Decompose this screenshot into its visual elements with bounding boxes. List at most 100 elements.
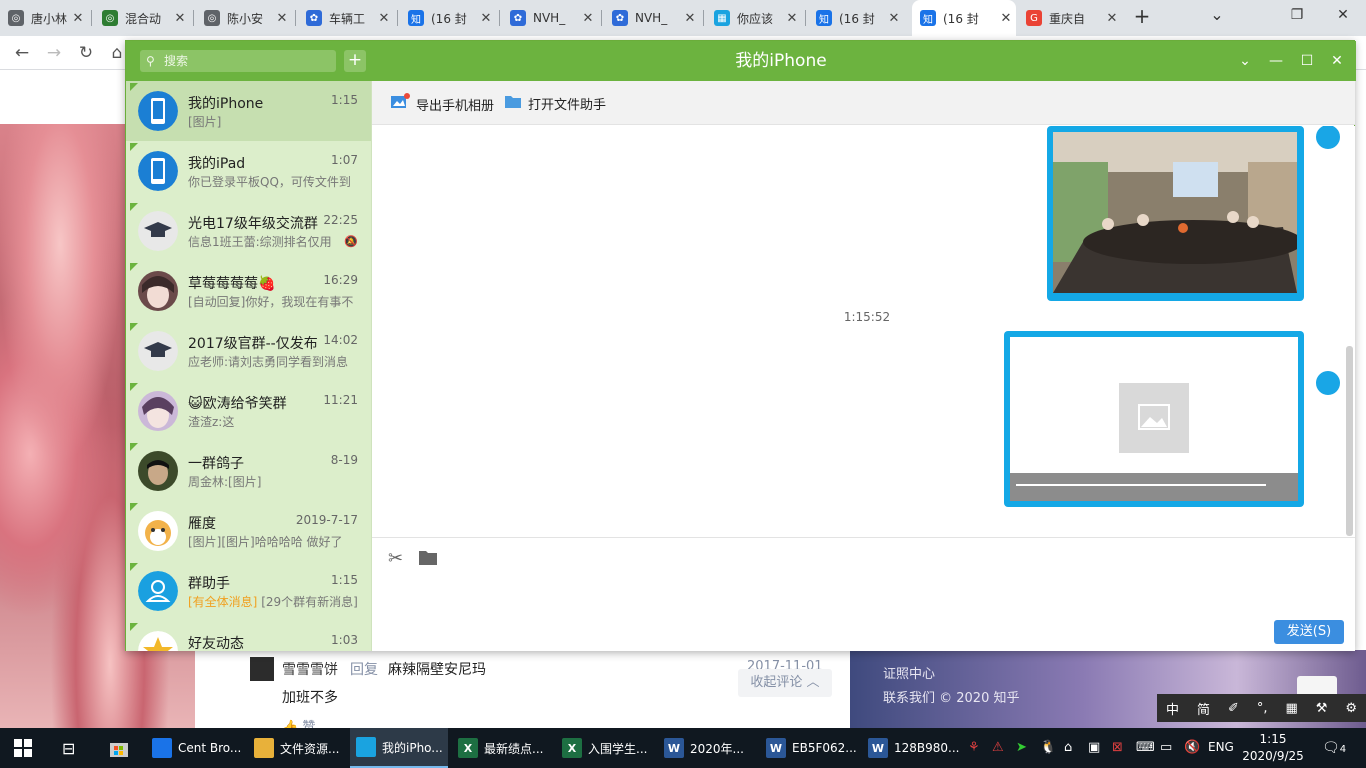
meeting-room-photo[interactable] — [1053, 132, 1297, 293]
preview-highlight: [有全体消息] — [188, 595, 258, 609]
conversation-item[interactable]: 我的iPad 1:07 你已登录平板QQ，可传文件到 — [126, 141, 371, 201]
maximize-button[interactable]: ☐ — [1292, 41, 1322, 81]
reload-icon[interactable]: ↻ — [75, 42, 97, 64]
tab-close-icon[interactable]: ✕ — [996, 11, 1016, 26]
conversation-item[interactable]: 草莓莓莓莓🍓 16:29 [自动回复]你好，我现在有事不 — [126, 261, 371, 321]
conversation-time: 1:15 — [331, 93, 358, 107]
commenter-name[interactable]: 雪雪雪饼 — [282, 659, 338, 679]
forward-icon[interactable]: → — [43, 42, 65, 64]
tab-close-icon[interactable]: ✕ — [272, 11, 292, 26]
back-icon[interactable]: ← — [11, 42, 33, 64]
tab-close-icon[interactable]: ✕ — [1102, 11, 1122, 26]
browser-tab[interactable]: ✿ 车辆工 ✕ — [298, 0, 394, 36]
taskbar-app[interactable]: X 入围学生... — [556, 728, 654, 768]
task-view-icon[interactable]: ⊟ — [62, 728, 75, 768]
export-album-button[interactable]: 导出手机相册 — [390, 93, 494, 115]
tab-close-icon[interactable]: ✕ — [782, 11, 802, 26]
browser-tab[interactable]: 知 (16 封 ✕ — [912, 0, 1016, 36]
send-button[interactable]: 发送(S) — [1274, 620, 1344, 644]
close-button[interactable]: ✕ — [1322, 41, 1352, 81]
network-icon[interactable]: ⌨ — [1136, 740, 1155, 755]
taskbar-app[interactable]: 我的iPho... — [350, 728, 448, 768]
tray-icon-2[interactable]: ⚠ — [992, 740, 1004, 755]
taskbar-app[interactable]: X 最新绩点... — [452, 728, 552, 768]
conversation-item[interactable]: 一群鸽子 8-19 周金林:[图片] — [126, 441, 371, 501]
tab-close-icon[interactable]: ✕ — [680, 11, 700, 26]
conversation-item[interactable]: 光电17级年级交流群 22:25 信息1班王蕾:综测排名仅用 🔕 — [126, 201, 371, 261]
tab-close-icon[interactable]: ✕ — [476, 11, 496, 26]
browser-tab[interactable]: ◎ 陈小安 ✕ — [196, 0, 292, 36]
chat-scrollbar[interactable] — [1346, 346, 1353, 536]
ime-settings-icon[interactable]: ⚙ — [1345, 701, 1357, 716]
tray-icon-1[interactable]: ⚘ — [968, 740, 980, 755]
folder-icon[interactable] — [418, 548, 438, 569]
qq-search-input[interactable]: ⚲ 搜索 — [140, 50, 336, 72]
browser-tab[interactable]: ◎ 混合动 ✕ — [94, 0, 190, 36]
tab-close-icon[interactable]: ✕ — [170, 11, 190, 26]
usb-icon[interactable]: ⌂ — [1064, 740, 1072, 755]
ime-mode[interactable]: 中 — [1166, 699, 1179, 718]
chevron-down-icon[interactable]: ⌄ — [1230, 41, 1260, 81]
conversation-item[interactable]: 群助手 1:15 [有全体消息] [29个群有新消息] — [126, 561, 371, 621]
language-indicator[interactable]: ENG — [1208, 740, 1234, 754]
new-tab-button[interactable]: + — [1130, 5, 1154, 29]
conversation-item[interactable]: 2017级官群--仅发布 14:02 应老师:请刘志勇同学看到消息 — [126, 321, 371, 381]
qq-tray-icon[interactable]: 🐧 — [1040, 740, 1056, 755]
star-avatar — [138, 631, 178, 651]
taskbar-app[interactable]: W 128B980... — [862, 728, 960, 768]
browser-tab[interactable]: 知 (16 封 ✕ — [400, 0, 496, 36]
tab-close-icon[interactable]: ✕ — [578, 11, 598, 26]
ime-keyboard-icon[interactable]: ▦ — [1285, 701, 1297, 716]
tab-title: 你应该 — [737, 11, 774, 26]
tray-icon-3[interactable]: ➤ — [1016, 740, 1027, 755]
ime-pen-icon[interactable]: ✐ — [1228, 701, 1239, 716]
conversation-item[interactable]: 好友动态 1:03 — [126, 621, 371, 651]
browser-tab[interactable]: ◎ 唐小林 ✕ — [0, 0, 88, 36]
taskbar-app[interactable]: Cent Bro... — [146, 728, 244, 768]
ime-punct-icon[interactable]: °, — [1257, 701, 1268, 716]
conversation-item[interactable]: 😺欧涛给爷笑群 11:21 渣渣z:这 — [126, 381, 371, 441]
clock-date: 2020/9/25 — [1242, 749, 1304, 763]
conversation-item[interactable]: 雁度 2019-7-17 [图片][图片]哈哈哈哈 做好了 — [126, 501, 371, 561]
add-button[interactable]: + — [344, 50, 366, 72]
tab-close-icon[interactable]: ✕ — [884, 11, 904, 26]
tab-separator — [295, 10, 296, 26]
browser-tab[interactable]: 知 (16 封 ✕ — [808, 0, 904, 36]
taskbar-app[interactable]: 文件资源... — [248, 728, 346, 768]
browser-tab[interactable]: ✿ NVH_ ✕ — [604, 0, 700, 36]
battery-icon[interactable]: ▭ — [1160, 740, 1172, 755]
tray-icon-5[interactable]: ⊠ — [1112, 740, 1123, 755]
globe-icon: ◎ — [8, 10, 24, 26]
commenter-avatar[interactable] — [250, 657, 274, 681]
scissors-icon[interactable]: ✂ — [388, 548, 403, 569]
ime-tools-icon[interactable]: ⚒ — [1316, 701, 1328, 716]
image-message[interactable] — [1047, 126, 1304, 301]
conversation-item[interactable]: 我的iPhone 1:15 [图片] — [126, 81, 371, 141]
reply-target[interactable]: 麻辣隔壁安尼玛 — [388, 659, 486, 679]
window-close-button[interactable]: ✕ — [1320, 0, 1366, 30]
tab-close-icon[interactable]: ✕ — [374, 11, 394, 26]
notification-center-icon[interactable]: 🗨4 — [1322, 740, 1346, 756]
tab-close-icon[interactable]: ✕ — [68, 11, 88, 26]
browser-tab[interactable]: ✿ NVH_ ✕ — [502, 0, 598, 36]
tray-icon-4[interactable]: ▣ — [1088, 740, 1100, 755]
helper-avatar — [138, 571, 178, 611]
store-icon[interactable] — [108, 728, 130, 768]
browser-tab[interactable]: G 重庆自 ✕ — [1018, 0, 1122, 36]
volume-mute-icon[interactable]: 🔇 — [1184, 740, 1200, 755]
window-restore-button[interactable]: ❐ — [1274, 0, 1320, 30]
image-message-loading[interactable] — [1004, 331, 1304, 507]
browser-tab[interactable]: ▦ 你应该 ✕ — [706, 0, 802, 36]
footer-link[interactable]: 证照中心 — [883, 663, 1019, 687]
message-input-area[interactable]: ✂ 发送(S) — [372, 537, 1355, 651]
open-file-helper-button[interactable]: 打开文件助手 — [504, 93, 606, 113]
collapse-comments-button[interactable]: 收起评论 ︿ — [738, 669, 832, 697]
clock[interactable]: 1:15 2020/9/25 — [1238, 731, 1308, 765]
footer-link[interactable]: 联系我们 © 2020 知乎 — [883, 687, 1019, 711]
start-button[interactable] — [14, 728, 32, 768]
taskbar-app[interactable]: W 2020年... — [658, 728, 756, 768]
minimize-button[interactable]: — — [1261, 41, 1291, 81]
taskbar-app[interactable]: W EB5F062... — [760, 728, 858, 768]
ime-simplified[interactable]: 简 — [1197, 699, 1210, 718]
tab-search-button[interactable]: ⌄ — [1194, 0, 1240, 30]
